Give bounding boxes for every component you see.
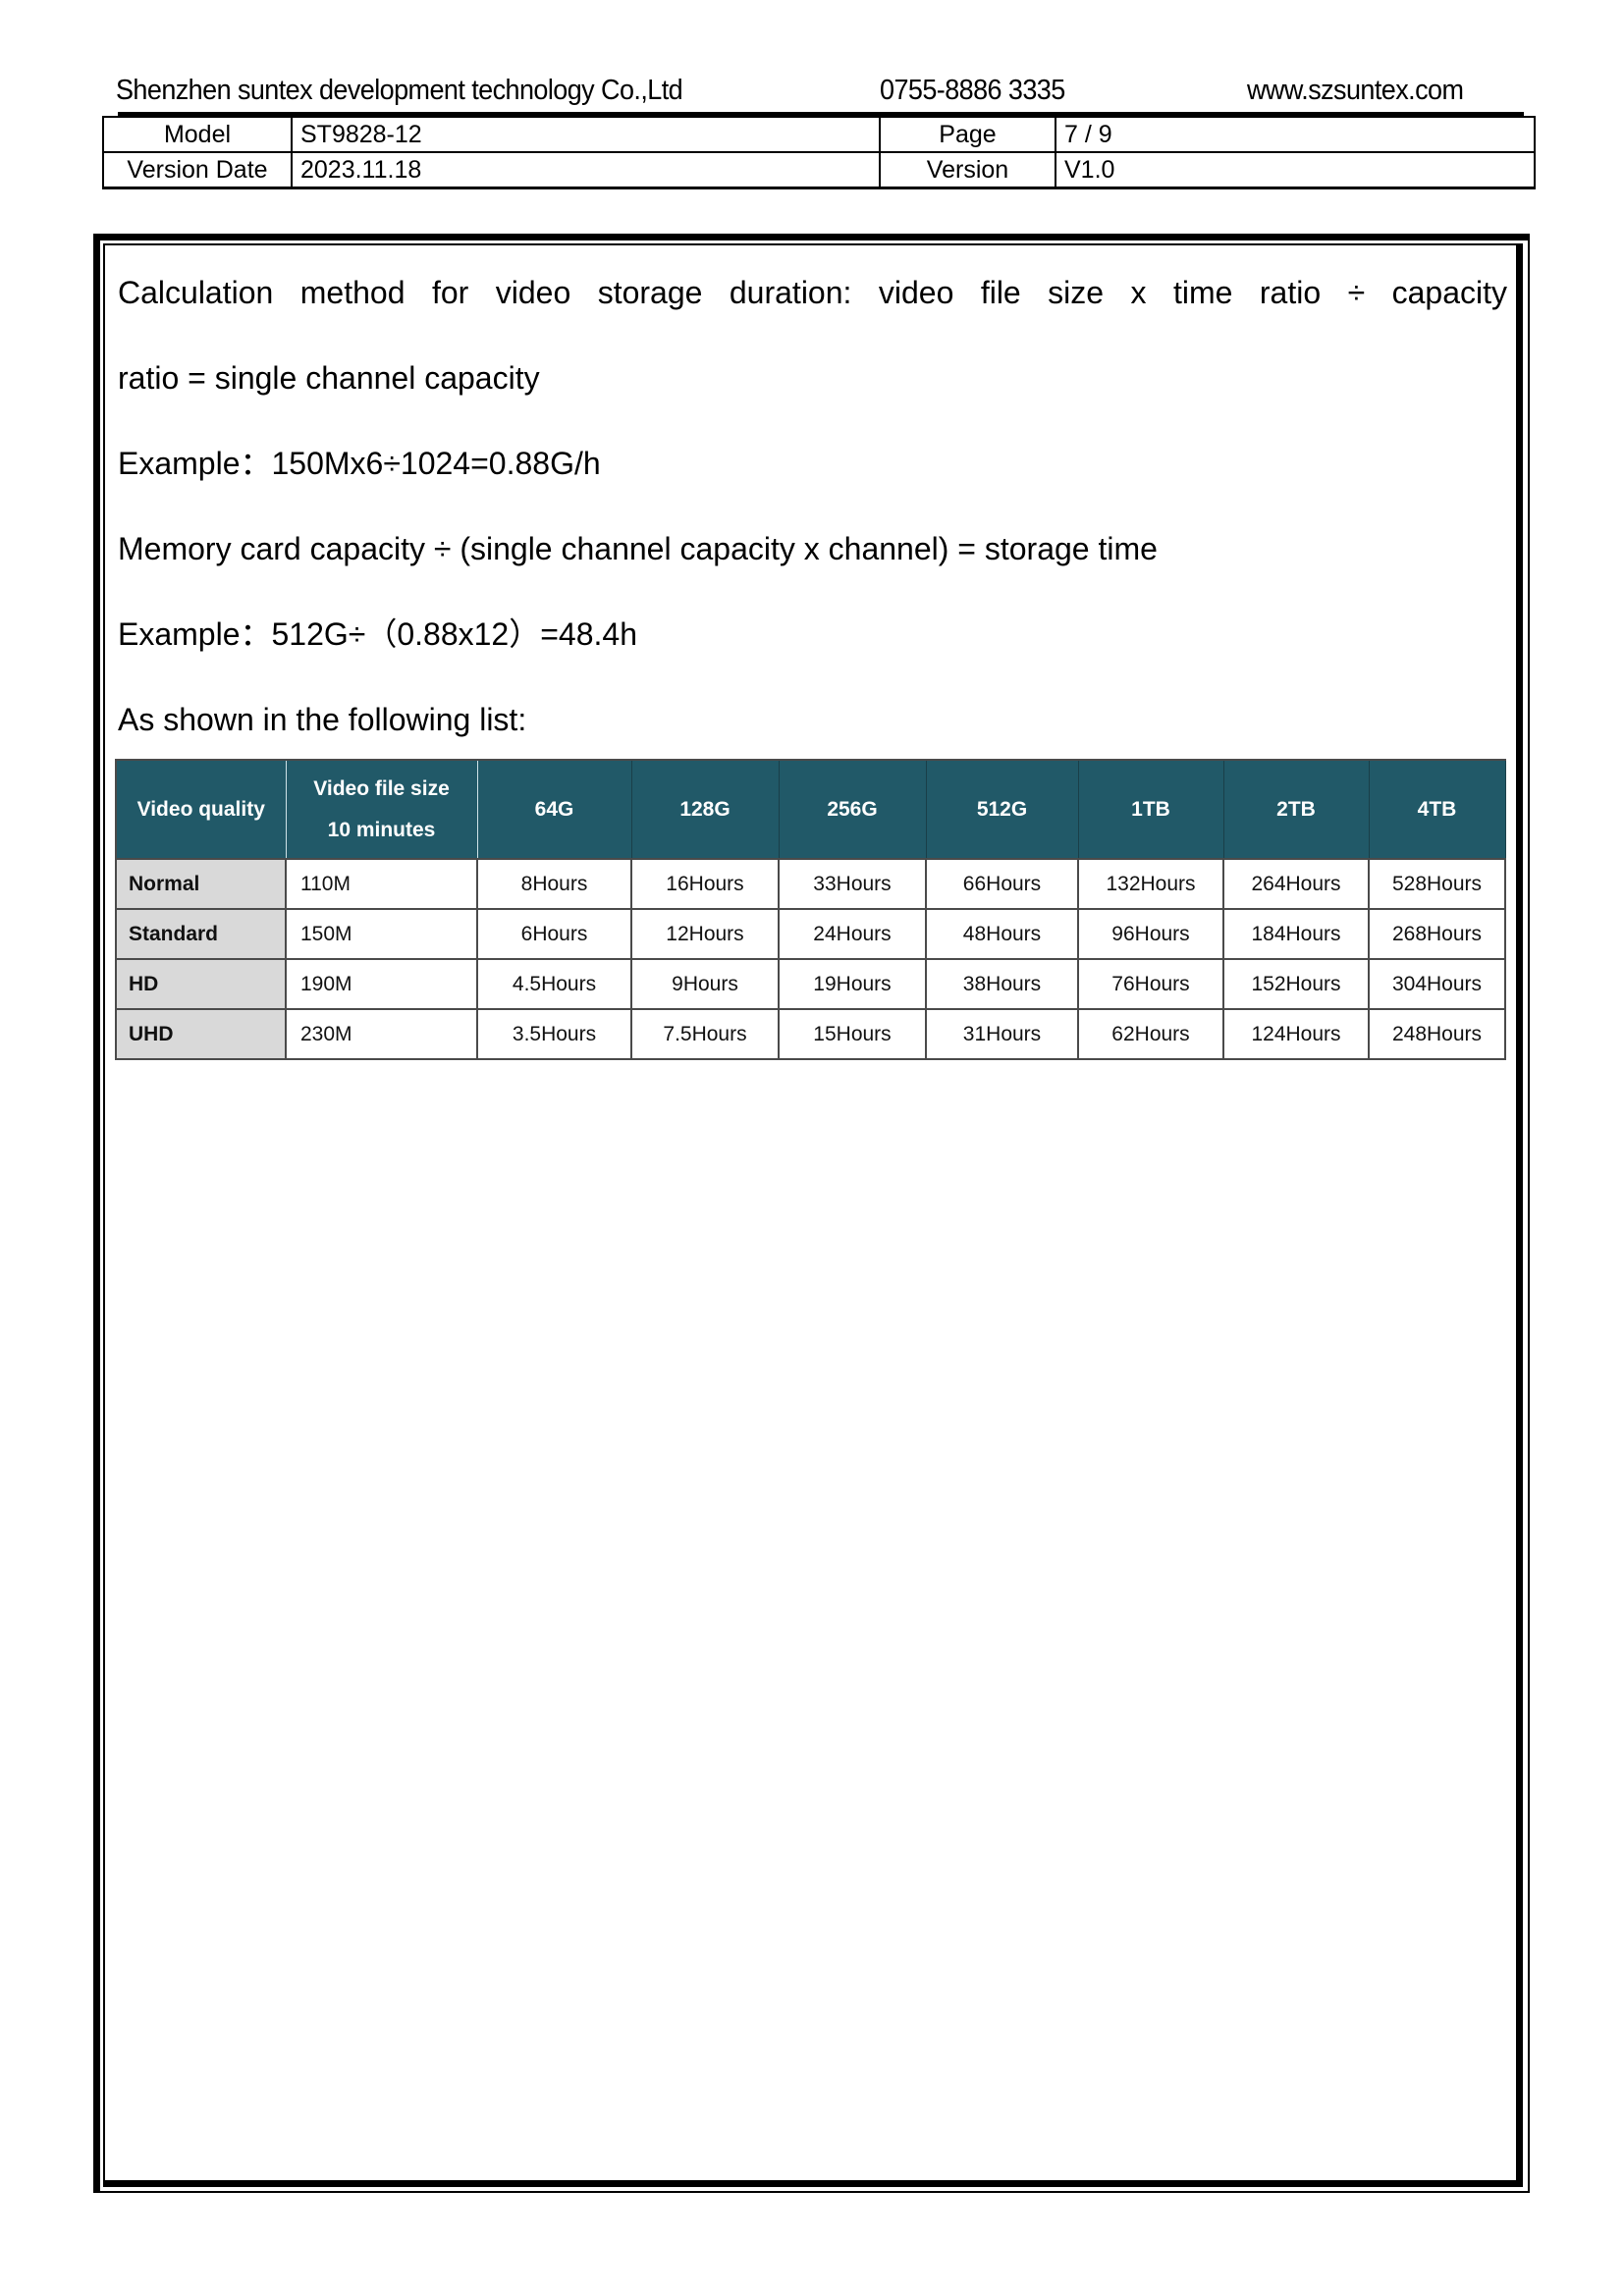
hours-cell: 19Hours	[778, 958, 927, 1010]
version-label: Version	[879, 151, 1056, 189]
hours-cell: 248Hours	[1368, 1008, 1506, 1060]
hours-cell: 304Hours	[1368, 958, 1506, 1010]
page-value: 7 / 9	[1055, 116, 1536, 153]
storage-duration-table: Video quality Video file size 10 minutes…	[115, 759, 1506, 1060]
hours-cell: 184Hours	[1222, 908, 1370, 960]
company-phone: 0755-8886 3335	[880, 75, 1065, 106]
size-cell: 230M	[285, 1008, 478, 1060]
header-capacity: 256G	[778, 759, 927, 860]
table-row: HD 190M 4.5Hours 9Hours 19Hours 38Hours …	[115, 958, 1506, 1010]
hours-cell: 24Hours	[778, 908, 927, 960]
hours-cell: 48Hours	[925, 908, 1079, 960]
hours-cell: 15Hours	[778, 1008, 927, 1060]
quality-cell: HD	[115, 958, 287, 1010]
example-single-channel: Example：150Mx6÷1024=0.88G/h	[118, 446, 601, 481]
size-cell: 110M	[285, 858, 478, 910]
quality-cell: Normal	[115, 858, 287, 910]
version-value: V1.0	[1055, 151, 1536, 189]
version-date-value: 2023.11.18	[291, 151, 881, 189]
example-storage-time: Example：512G÷（0.88x12）=48.4h	[118, 616, 637, 652]
header-capacity: 64G	[476, 759, 632, 860]
table-row: UHD 230M 3.5Hours 7.5Hours 15Hours 31Hou…	[115, 1008, 1506, 1060]
header-video-file-size: Video file size 10 minutes	[285, 759, 478, 860]
hours-cell: 16Hours	[630, 858, 780, 910]
model-label: Model	[102, 116, 293, 153]
hours-cell: 268Hours	[1368, 908, 1506, 960]
list-intro: As shown in the following list:	[118, 702, 527, 737]
version-date-label: Version Date	[102, 151, 293, 189]
size-cell: 190M	[285, 958, 478, 1010]
table-row: Normal 110M 8Hours 16Hours 33Hours 66Hou…	[115, 858, 1506, 910]
model-value: ST9828-12	[291, 116, 881, 153]
header-capacity: 4TB	[1368, 759, 1506, 860]
company-website: www.szsuntex.com	[1247, 75, 1464, 106]
table-header-row: Video quality Video file size 10 minutes…	[115, 759, 1506, 860]
hours-cell: 6Hours	[476, 908, 632, 960]
size-cell: 150M	[285, 908, 478, 960]
hours-cell: 38Hours	[925, 958, 1079, 1010]
quality-cell: UHD	[115, 1008, 287, 1060]
header-capacity: 128G	[630, 759, 780, 860]
formula-description: Calculation method for video storage dur…	[118, 275, 1507, 310]
hours-cell: 8Hours	[476, 858, 632, 910]
header-capacity: 1TB	[1077, 759, 1224, 860]
hours-cell: 96Hours	[1077, 908, 1224, 960]
hours-cell: 3.5Hours	[476, 1008, 632, 1060]
hours-cell: 62Hours	[1077, 1008, 1224, 1060]
header-size-line1: Video file size	[313, 776, 450, 800]
hours-cell: 132Hours	[1077, 858, 1224, 910]
hours-cell: 528Hours	[1368, 858, 1506, 910]
hours-cell: 264Hours	[1222, 858, 1370, 910]
storage-time-formula: Memory card capacity ÷ (single channel c…	[118, 531, 1158, 566]
header-size-line2: 10 minutes	[327, 818, 436, 841]
meta-row: Version Date 2023.11.18 Version V1.0	[102, 151, 1536, 189]
company-name: Shenzhen suntex development technology C…	[116, 75, 683, 106]
hours-cell: 31Hours	[925, 1008, 1079, 1060]
formula-description-cont: ratio = single channel capacity	[118, 360, 540, 396]
hours-cell: 152Hours	[1222, 958, 1370, 1010]
hours-cell: 4.5Hours	[476, 958, 632, 1010]
hours-cell: 66Hours	[925, 858, 1079, 910]
table-row: Standard 150M 6Hours 12Hours 24Hours 48H…	[115, 908, 1506, 960]
hours-cell: 33Hours	[778, 858, 927, 910]
meta-row: Model ST9828-12 Page 7 / 9	[102, 116, 1536, 153]
hours-cell: 9Hours	[630, 958, 780, 1010]
header-video-quality: Video quality	[115, 759, 287, 860]
hours-cell: 76Hours	[1077, 958, 1224, 1010]
hours-cell: 12Hours	[630, 908, 780, 960]
hours-cell: 124Hours	[1222, 1008, 1370, 1060]
header-capacity: 2TB	[1222, 759, 1370, 860]
document-meta-table: Model ST9828-12 Page 7 / 9 Version Date …	[102, 116, 1536, 189]
page-label: Page	[879, 116, 1056, 153]
quality-cell: Standard	[115, 908, 287, 960]
hours-cell: 7.5Hours	[630, 1008, 780, 1060]
header-capacity: 512G	[925, 759, 1079, 860]
